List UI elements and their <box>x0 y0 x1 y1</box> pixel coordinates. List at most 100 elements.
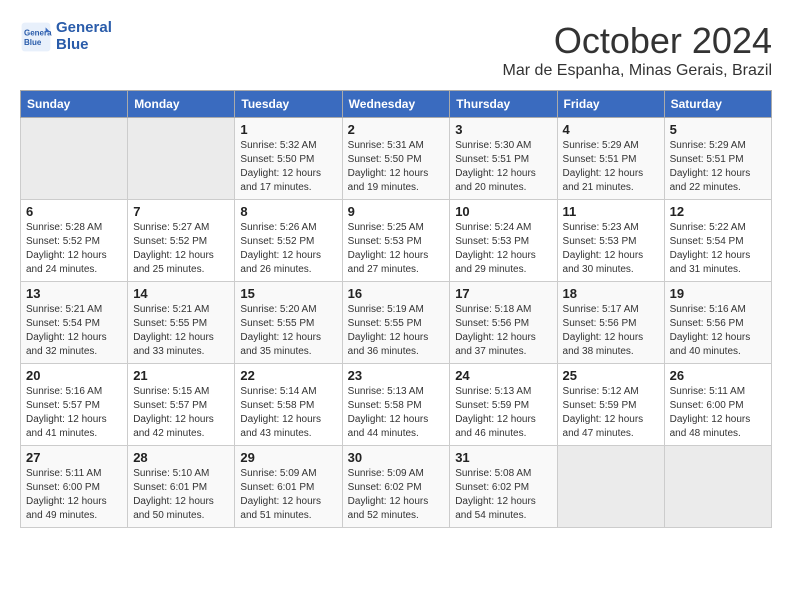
logo: General Blue GeneralBlue <box>20 20 112 53</box>
day-info: Sunrise: 5:15 AM Sunset: 5:57 PM Dayligh… <box>133 385 229 441</box>
calendar-cell <box>128 118 235 200</box>
calendar-cell: 22 Sunrise: 5:14 AM Sunset: 5:58 PM Dayli… <box>235 364 342 446</box>
day-number: 21 <box>133 368 229 383</box>
calendar-cell: 9 Sunrise: 5:25 AM Sunset: 5:53 PM Daylig… <box>342 200 450 282</box>
calendar-table: SundayMondayTuesdayWednesdayThursdayFrid… <box>20 90 772 528</box>
calendar-cell: 10Sunrise: 5:24 AM Sunset: 5:53 PM Dayli… <box>450 200 557 282</box>
day-info: Sunrise: 5:22 AM Sunset: 5:54 PM Dayligh… <box>670 221 766 277</box>
weekday-header-saturday: Saturday <box>664 91 771 118</box>
calendar-cell: 5Sunrise: 5:29 AM Sunset: 5:51 PM Daylig… <box>664 118 771 200</box>
weekday-header-wednesday: Wednesday <box>342 91 450 118</box>
day-number: 5 <box>670 122 766 137</box>
calendar-header-row: SundayMondayTuesdayWednesdayThursdayFrid… <box>21 91 772 118</box>
calendar-week-row: 6 Sunrise: 5:28 AM Sunset: 5:52 PM Daylig… <box>21 200 772 282</box>
calendar-cell: 15 Sunrise: 5:20 AM Sunset: 5:55 PM Dayli… <box>235 282 342 364</box>
weekday-header-tuesday: Tuesday <box>235 91 342 118</box>
day-number: 16 <box>348 286 445 301</box>
day-info: Sunrise: 5:30 AM Sunset: 5:51 PM Dayligh… <box>455 139 551 195</box>
day-info: Sunrise: 5:11 AM Sunset: 6:00 PM Dayligh… <box>670 385 766 441</box>
day-info: Sunrise: 5:26 AM Sunset: 5:52 PM Dayligh… <box>240 221 336 277</box>
day-info: Sunrise: 5:25 AM Sunset: 5:53 PM Dayligh… <box>348 221 445 277</box>
calendar-cell: 4 Sunrise: 5:29 AM Sunset: 5:51 PM Daylig… <box>557 118 664 200</box>
day-number: 6 <box>26 204 122 219</box>
day-info: Sunrise: 5:19 AM Sunset: 5:55 PM Dayligh… <box>348 303 445 359</box>
day-number: 9 <box>348 204 445 219</box>
day-info: Sunrise: 5:09 AM Sunset: 6:01 PM Dayligh… <box>240 467 336 523</box>
day-number: 17 <box>455 286 551 301</box>
calendar-cell: 25 Sunrise: 5:12 AM Sunset: 5:59 PM Dayli… <box>557 364 664 446</box>
day-number: 15 <box>240 286 336 301</box>
day-number: 2 <box>348 122 445 137</box>
day-number: 25 <box>563 368 659 383</box>
day-info: Sunrise: 5:16 AM Sunset: 5:57 PM Dayligh… <box>26 385 122 441</box>
day-info: Sunrise: 5:11 AM Sunset: 6:00 PM Dayligh… <box>26 467 122 523</box>
day-info: Sunrise: 5:10 AM Sunset: 6:01 PM Dayligh… <box>133 467 229 523</box>
day-info: Sunrise: 5:29 AM Sunset: 5:51 PM Dayligh… <box>563 139 659 195</box>
calendar-cell: 30Sunrise: 5:09 AM Sunset: 6:02 PM Dayli… <box>342 446 450 528</box>
day-number: 29 <box>240 450 336 465</box>
weekday-header-friday: Friday <box>557 91 664 118</box>
day-info: Sunrise: 5:09 AM Sunset: 6:02 PM Dayligh… <box>348 467 445 523</box>
day-info: Sunrise: 5:13 AM Sunset: 5:58 PM Dayligh… <box>348 385 445 441</box>
day-info: Sunrise: 5:12 AM Sunset: 5:59 PM Dayligh… <box>563 385 659 441</box>
day-info: Sunrise: 5:21 AM Sunset: 5:55 PM Dayligh… <box>133 303 229 359</box>
day-info: Sunrise: 5:21 AM Sunset: 5:54 PM Dayligh… <box>26 303 122 359</box>
calendar-cell: 26 Sunrise: 5:11 AM Sunset: 6:00 PM Dayli… <box>664 364 771 446</box>
logo-icon: General Blue <box>20 21 52 53</box>
day-info: Sunrise: 5:18 AM Sunset: 5:56 PM Dayligh… <box>455 303 551 359</box>
day-number: 14 <box>133 286 229 301</box>
day-info: Sunrise: 5:27 AM Sunset: 5:52 PM Dayligh… <box>133 221 229 277</box>
day-info: Sunrise: 5:13 AM Sunset: 5:59 PM Dayligh… <box>455 385 551 441</box>
day-number: 24 <box>455 368 551 383</box>
day-number: 18 <box>563 286 659 301</box>
day-info: Sunrise: 5:20 AM Sunset: 5:55 PM Dayligh… <box>240 303 336 359</box>
day-number: 11 <box>563 204 659 219</box>
day-info: Sunrise: 5:32 AM Sunset: 5:50 PM Dayligh… <box>240 139 336 195</box>
calendar-week-row: 27 Sunrise: 5:11 AM Sunset: 6:00 PM Dayli… <box>21 446 772 528</box>
calendar-cell: 2 Sunrise: 5:31 AM Sunset: 5:50 PM Daylig… <box>342 118 450 200</box>
day-number: 26 <box>670 368 766 383</box>
calendar-cell: 27 Sunrise: 5:11 AM Sunset: 6:00 PM Dayli… <box>21 446 128 528</box>
calendar-cell: 13Sunrise: 5:21 AM Sunset: 5:54 PM Dayli… <box>21 282 128 364</box>
calendar-cell: 28Sunrise: 5:10 AM Sunset: 6:01 PM Dayli… <box>128 446 235 528</box>
calendar-cell <box>664 446 771 528</box>
day-info: Sunrise: 5:14 AM Sunset: 5:58 PM Dayligh… <box>240 385 336 441</box>
calendar-cell <box>21 118 128 200</box>
day-number: 31 <box>455 450 551 465</box>
calendar-cell: 29 Sunrise: 5:09 AM Sunset: 6:01 PM Dayli… <box>235 446 342 528</box>
day-number: 8 <box>240 204 336 219</box>
calendar-cell: 18 Sunrise: 5:17 AM Sunset: 5:56 PM Dayli… <box>557 282 664 364</box>
calendar-cell: 6 Sunrise: 5:28 AM Sunset: 5:52 PM Daylig… <box>21 200 128 282</box>
calendar-cell: 14 Sunrise: 5:21 AM Sunset: 5:55 PM Dayli… <box>128 282 235 364</box>
calendar-cell: 17 Sunrise: 5:18 AM Sunset: 5:56 PM Dayli… <box>450 282 557 364</box>
calendar-week-row: 1Sunrise: 5:32 AM Sunset: 5:50 PM Daylig… <box>21 118 772 200</box>
page-header: General Blue GeneralBlue October 2024 Ma… <box>20 20 772 80</box>
calendar-cell: 7Sunrise: 5:27 AM Sunset: 5:52 PM Daylig… <box>128 200 235 282</box>
day-number: 23 <box>348 368 445 383</box>
day-info: Sunrise: 5:16 AM Sunset: 5:56 PM Dayligh… <box>670 303 766 359</box>
calendar-cell: 1Sunrise: 5:32 AM Sunset: 5:50 PM Daylig… <box>235 118 342 200</box>
calendar-cell: 20Sunrise: 5:16 AM Sunset: 5:57 PM Dayli… <box>21 364 128 446</box>
calendar-cell: 3Sunrise: 5:30 AM Sunset: 5:51 PM Daylig… <box>450 118 557 200</box>
calendar-cell: 23 Sunrise: 5:13 AM Sunset: 5:58 PM Dayli… <box>342 364 450 446</box>
calendar-cell: 31 Sunrise: 5:08 AM Sunset: 6:02 PM Dayli… <box>450 446 557 528</box>
day-info: Sunrise: 5:17 AM Sunset: 5:56 PM Dayligh… <box>563 303 659 359</box>
calendar-cell <box>557 446 664 528</box>
weekday-header-monday: Monday <box>128 91 235 118</box>
calendar-cell: 8 Sunrise: 5:26 AM Sunset: 5:52 PM Daylig… <box>235 200 342 282</box>
calendar-cell: 19Sunrise: 5:16 AM Sunset: 5:56 PM Dayli… <box>664 282 771 364</box>
logo-text: GeneralBlue <box>56 20 112 53</box>
day-info: Sunrise: 5:23 AM Sunset: 5:53 PM Dayligh… <box>563 221 659 277</box>
calendar-week-row: 20Sunrise: 5:16 AM Sunset: 5:57 PM Dayli… <box>21 364 772 446</box>
day-number: 4 <box>563 122 659 137</box>
day-number: 22 <box>240 368 336 383</box>
day-info: Sunrise: 5:08 AM Sunset: 6:02 PM Dayligh… <box>455 467 551 523</box>
calendar-cell: 21 Sunrise: 5:15 AM Sunset: 5:57 PM Dayli… <box>128 364 235 446</box>
day-number: 27 <box>26 450 122 465</box>
month-title: October 2024 <box>503 20 772 62</box>
weekday-header-thursday: Thursday <box>450 91 557 118</box>
title-block: October 2024 Mar de Espanha, Minas Gerai… <box>503 20 772 80</box>
day-info: Sunrise: 5:31 AM Sunset: 5:50 PM Dayligh… <box>348 139 445 195</box>
day-info: Sunrise: 5:28 AM Sunset: 5:52 PM Dayligh… <box>26 221 122 277</box>
calendar-cell: 16 Sunrise: 5:19 AM Sunset: 5:55 PM Dayli… <box>342 282 450 364</box>
